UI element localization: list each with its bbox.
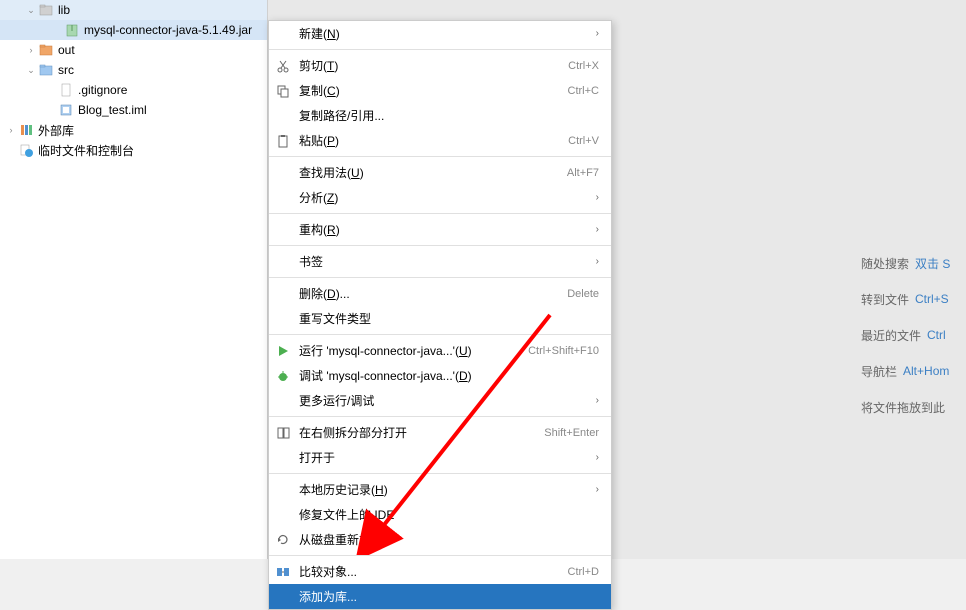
menu-open-in[interactable]: 打开于 › [269,445,611,470]
tree-label: mysql-connector-java-5.1.49.jar [84,23,252,37]
menu-separator [269,277,611,278]
menu-refactor[interactable]: 重构(R) › [269,217,611,242]
tips-panel: 随处搜索双击 S 转到文件 Ctrl+S 最近的文件 Ctrl 导航栏 Alt+Hom… [861,245,966,425]
menu-add-as-library[interactable]: 添加为库... [269,584,611,609]
archive-icon [64,22,80,38]
context-menu: 新建(N) › 剪切(T) Ctrl+X 复制(C) Ctrl+C 复制路径/引… [268,20,612,610]
tip-label: 将文件拖放到此 [861,399,945,416]
menu-run[interactable]: 运行 'mysql-connector-java...'(U) Ctrl+Shi… [269,338,611,363]
menu-paste[interactable]: 粘贴(P) Ctrl+V [269,128,611,153]
tip-label: 随处搜索 [861,255,909,272]
menu-separator [269,245,611,246]
menu-shortcut: Ctrl+Shift+F10 [528,345,599,357]
menu-separator [269,416,611,417]
menu-override-filetype[interactable]: 重写文件类型 [269,306,611,331]
tip-shortcut: Ctrl+S [915,292,949,306]
tree-node-gitignore[interactable]: .gitignore [0,80,267,100]
chevron-right-icon: › [596,256,599,267]
menu-reload-disk[interactable]: 从磁盘重新加载 [269,527,611,552]
tip-shortcut: Alt+Hom [903,364,949,378]
project-tree[interactable]: ⌄ lib mysql-connector-java-5.1.49.jar › … [0,0,268,559]
menu-shortcut: Shift+Enter [544,427,599,439]
menu-copy[interactable]: 复制(C) Ctrl+C [269,78,611,103]
tree-label: .gitignore [78,83,127,97]
tree-label: out [58,43,75,57]
folder-icon [38,42,54,58]
menu-copy-path[interactable]: 复制路径/引用... [269,103,611,128]
tip-label: 转到文件 [861,291,909,308]
menu-more-run[interactable]: 更多运行/调试 › [269,388,611,413]
menu-separator [269,49,611,50]
tip-label: 导航栏 [861,363,897,380]
cut-icon [275,58,291,74]
chevron-right-icon: › [596,192,599,203]
menu-shortcut: Delete [567,288,599,300]
chevron-down-icon: ⌄ [24,65,38,76]
menu-bookmarks[interactable]: 书签 › [269,249,611,274]
chevron-right-icon: › [596,484,599,495]
tip-shortcut: 双击 S [915,255,950,272]
menu-cut[interactable]: 剪切(T) Ctrl+X [269,53,611,78]
tree-node-src[interactable]: ⌄ src [0,60,267,80]
paste-icon [275,133,291,149]
menu-shortcut: Alt+F7 [567,167,599,179]
tree-label: lib [58,3,70,17]
menu-find-usages[interactable]: 查找用法(U) Alt+F7 [269,160,611,185]
tree-label: 临时文件和控制台 [38,142,134,159]
menu-separator [269,555,611,556]
run-icon [275,343,291,359]
chevron-right-icon: › [596,224,599,235]
menu-separator [269,334,611,335]
menu-new[interactable]: 新建(N) › [269,21,611,46]
tree-node-scratches[interactable]: 临时文件和控制台 [0,140,267,160]
tree-label: Blog_test.iml [78,103,147,117]
library-icon [18,122,34,138]
file-icon [58,82,74,98]
menu-debug[interactable]: 调试 'mysql-connector-java...'(D) [269,363,611,388]
menu-shortcut: Ctrl+C [568,85,599,97]
menu-separator [269,473,611,474]
folder-icon [38,2,54,18]
menu-separator [269,213,611,214]
tip-label: 最近的文件 [861,327,921,344]
tree-node-jar[interactable]: mysql-connector-java-5.1.49.jar [0,20,267,40]
tree-node-lib[interactable]: ⌄ lib [0,0,267,20]
chevron-down-icon: ⌄ [24,5,38,16]
tree-label: 外部库 [38,122,74,139]
menu-repair-ide[interactable]: 修复文件上的 IDE [269,502,611,527]
split-icon [275,425,291,441]
chevron-right-icon: › [596,395,599,406]
reload-icon [275,532,291,548]
folder-icon [38,62,54,78]
chevron-right-icon: › [24,45,38,55]
menu-separator [269,156,611,157]
menu-local-history[interactable]: 本地历史记录(H) › [269,477,611,502]
menu-delete[interactable]: 删除(D)... Delete [269,281,611,306]
tree-node-external[interactable]: › 外部库 [0,120,267,140]
menu-open-split[interactable]: 在右侧拆分部分打开 Shift+Enter [269,420,611,445]
copy-icon [275,83,291,99]
chevron-right-icon: › [596,28,599,39]
tip-shortcut: Ctrl [927,328,946,342]
menu-compare[interactable]: 比较对象... Ctrl+D [269,559,611,584]
tree-label: src [58,63,74,77]
debug-icon [275,368,291,384]
scratches-icon [18,142,34,158]
compare-icon [275,564,291,580]
tree-node-out[interactable]: › out [0,40,267,60]
menu-shortcut: Ctrl+D [568,566,599,578]
chevron-right-icon: › [4,125,18,135]
menu-shortcut: Ctrl+X [568,60,599,72]
menu-analyze[interactable]: 分析(Z) › [269,185,611,210]
module-icon [58,102,74,118]
tree-node-iml[interactable]: Blog_test.iml [0,100,267,120]
menu-shortcut: Ctrl+V [568,135,599,147]
chevron-right-icon: › [596,452,599,463]
